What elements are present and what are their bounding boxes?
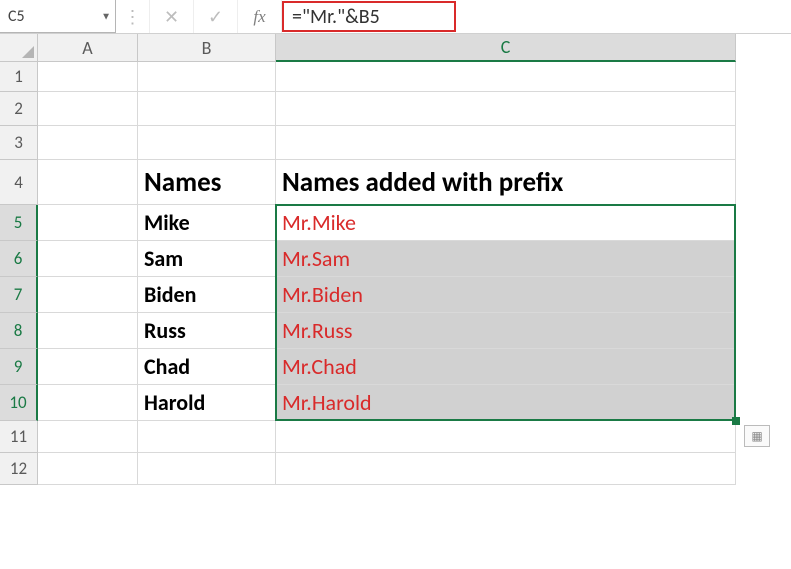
cell-A1[interactable] xyxy=(38,62,138,92)
cell-C1[interactable] xyxy=(276,62,736,92)
table-row: BidenMr.Biden xyxy=(38,277,736,313)
cell-A3[interactable] xyxy=(38,126,138,160)
cell-B4[interactable]: Names xyxy=(138,160,276,205)
cell-A2[interactable] xyxy=(38,92,138,126)
cell-C8[interactable]: Mr.Russ xyxy=(276,313,736,349)
cell-C3[interactable] xyxy=(276,126,736,160)
table-row xyxy=(38,421,736,453)
cell-C9[interactable]: Mr.Chad xyxy=(276,349,736,385)
cell-B8[interactable]: Russ xyxy=(138,313,276,349)
quick-analysis-icon[interactable]: ▦ xyxy=(744,425,770,447)
column-headers: ABC xyxy=(38,34,736,62)
formula-input[interactable]: ="Mr."&B5 xyxy=(282,1,456,32)
cell-C11[interactable] xyxy=(276,421,736,453)
row-header-9[interactable]: 9 xyxy=(0,349,38,385)
column-header-B[interactable]: B xyxy=(138,34,276,62)
cell-C5[interactable]: Mr.Mike xyxy=(276,205,736,241)
separator-icon: ⋮ xyxy=(116,0,150,33)
name-box-value: C5 xyxy=(8,7,25,26)
row-header-10[interactable]: 10 xyxy=(0,385,38,421)
cell-B11[interactable] xyxy=(138,421,276,453)
cell-B2[interactable] xyxy=(138,92,276,126)
row-header-8[interactable]: 8 xyxy=(0,313,38,349)
cell-C4[interactable]: Names added with prefix xyxy=(276,160,736,205)
cell-B3[interactable] xyxy=(138,126,276,160)
cell-A5[interactable] xyxy=(38,205,138,241)
cell-B1[interactable] xyxy=(138,62,276,92)
cell-B7[interactable]: Biden xyxy=(138,277,276,313)
select-all-corner[interactable] xyxy=(0,34,38,62)
fill-handle[interactable] xyxy=(732,417,740,425)
enter-icon[interactable]: ✓ xyxy=(194,0,238,33)
cell-B12[interactable] xyxy=(138,453,276,485)
row-header-5[interactable]: 5 xyxy=(0,205,38,241)
cell-C2[interactable] xyxy=(276,92,736,126)
table-row: MikeMr.Mike xyxy=(38,205,736,241)
cell-area[interactable]: NamesNames added with prefixMikeMr.MikeS… xyxy=(38,62,736,485)
row-headers: 123456789101112 xyxy=(0,62,38,485)
row-header-2[interactable]: 2 xyxy=(0,92,38,126)
cell-A11[interactable] xyxy=(38,421,138,453)
table-row: ChadMr.Chad xyxy=(38,349,736,385)
row-header-1[interactable]: 1 xyxy=(0,62,38,92)
cell-C10[interactable]: Mr.Harold xyxy=(276,385,736,421)
cell-A10[interactable] xyxy=(38,385,138,421)
cell-A12[interactable] xyxy=(38,453,138,485)
cell-B5[interactable]: Mike xyxy=(138,205,276,241)
cell-A6[interactable] xyxy=(38,241,138,277)
table-row xyxy=(38,92,736,126)
cell-B10[interactable]: Harold xyxy=(138,385,276,421)
cell-C7[interactable]: Mr.Biden xyxy=(276,277,736,313)
column-header-C[interactable]: C xyxy=(276,34,736,62)
row-header-3[interactable]: 3 xyxy=(0,126,38,160)
row-header-6[interactable]: 6 xyxy=(0,241,38,277)
table-row xyxy=(38,453,736,485)
table-row xyxy=(38,126,736,160)
cancel-icon[interactable]: ✕ xyxy=(150,0,194,33)
cell-B6[interactable]: Sam xyxy=(138,241,276,277)
cell-C6[interactable]: Mr.Sam xyxy=(276,241,736,277)
cell-A4[interactable] xyxy=(38,160,138,205)
cell-A8[interactable] xyxy=(38,313,138,349)
table-row: HaroldMr.Harold xyxy=(38,385,736,421)
row-header-12[interactable]: 12 xyxy=(0,453,38,485)
table-row: RussMr.Russ xyxy=(38,313,736,349)
row-header-4[interactable]: 4 xyxy=(0,160,38,205)
fx-icon[interactable]: fx xyxy=(238,0,282,33)
name-box[interactable]: C5 ▼ xyxy=(0,0,116,33)
formula-bar: C5 ▼ ⋮ ✕ ✓ fx ="Mr."&B5 xyxy=(0,0,791,34)
cell-A9[interactable] xyxy=(38,349,138,385)
table-row: SamMr.Sam xyxy=(38,241,736,277)
chevron-down-icon[interactable]: ▼ xyxy=(101,10,111,23)
row-header-7[interactable]: 7 xyxy=(0,277,38,313)
formula-text: ="Mr."&B5 xyxy=(292,5,380,29)
column-header-A[interactable]: A xyxy=(38,34,138,62)
cell-B9[interactable]: Chad xyxy=(138,349,276,385)
row-header-11[interactable]: 11 xyxy=(0,421,38,453)
table-row: NamesNames added with prefix xyxy=(38,160,736,205)
table-row xyxy=(38,62,736,92)
cell-A7[interactable] xyxy=(38,277,138,313)
cell-C12[interactable] xyxy=(276,453,736,485)
